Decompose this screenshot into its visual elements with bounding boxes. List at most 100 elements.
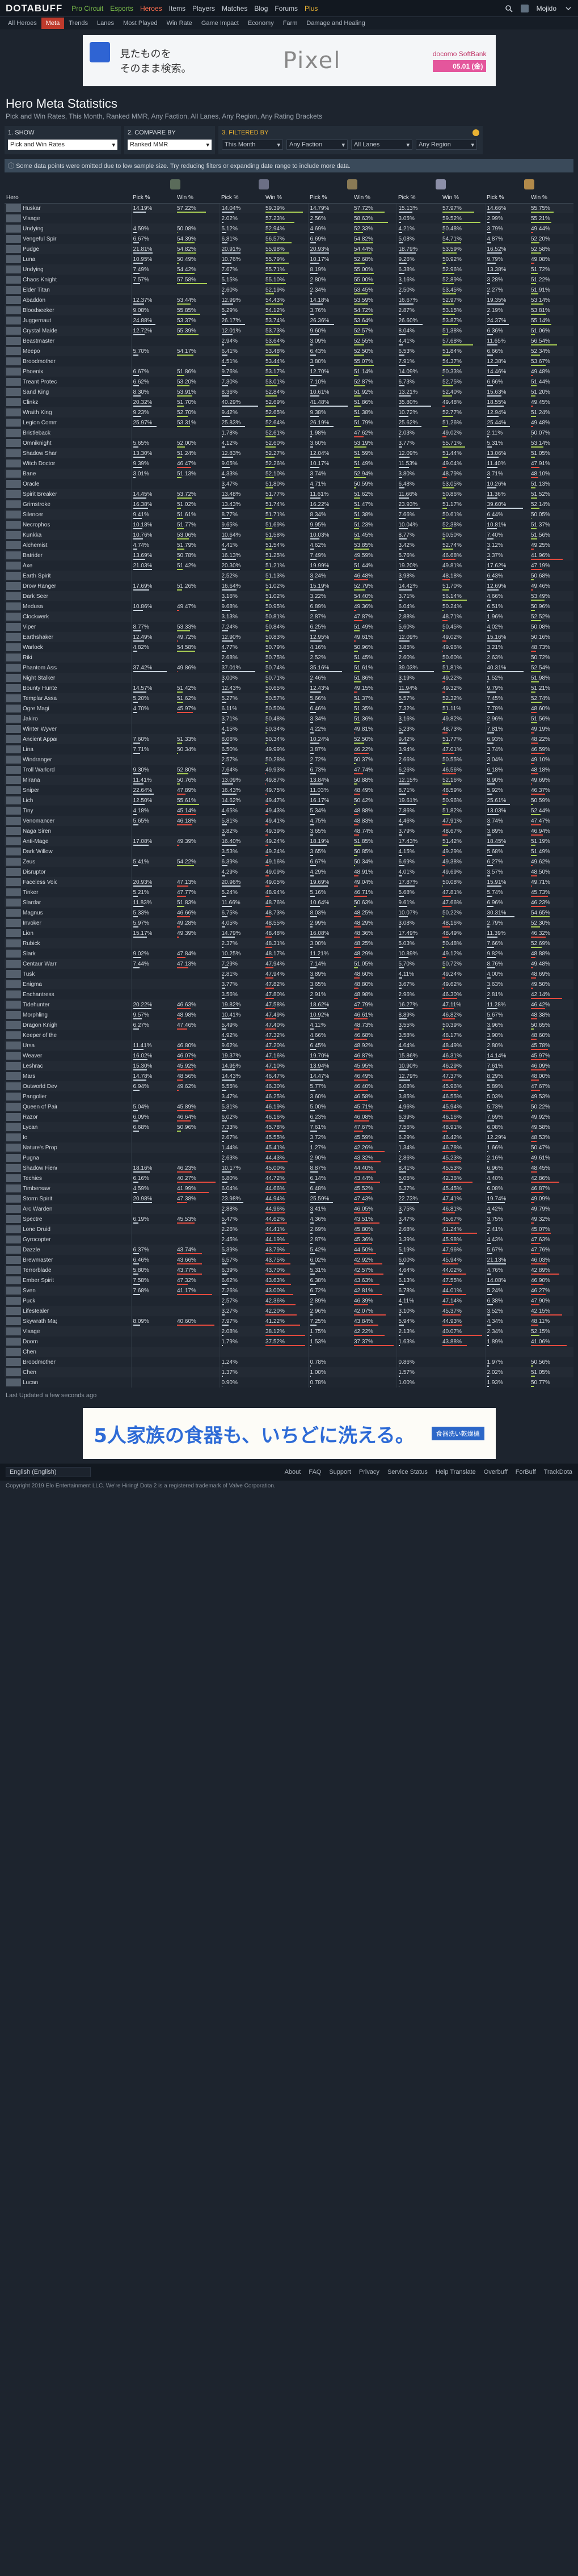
help-icon[interactable]	[472, 129, 479, 136]
table-row[interactable]: Bane 3.01% 51.13% 4.33% 52.10% 3.74% 52.94% 3.8…	[5, 469, 573, 479]
hero-cell[interactable]: Lone Druid	[5, 1224, 131, 1234]
footer-link-privacy[interactable]: Privacy	[359, 1469, 379, 1475]
table-row[interactable]: Naga Siren 3.82% 49.39% 3.65% 48.74% 3.79% 48.…	[5, 826, 573, 836]
hero-cell[interactable]: Rubick	[5, 938, 131, 948]
subnav-win-rate[interactable]: Win Rate	[162, 18, 197, 29]
lanes-select[interactable]: All Lanes ▾	[351, 140, 412, 150]
table-row[interactable]: Morphling 9.57% 48.98% 10.41% 47.49% 10.92% 46…	[5, 1010, 573, 1020]
col-header-win[interactable]: Win %	[264, 193, 308, 204]
hero-cell[interactable]: Puck	[5, 1296, 131, 1306]
col-header-win[interactable]: Win %	[529, 193, 573, 204]
table-row[interactable]: Sniper 22.64% 47.89% 16.43% 49.75% 11.03% 48.4…	[5, 785, 573, 795]
hero-cell[interactable]: Phantom Assassin	[5, 663, 131, 673]
hero-cell[interactable]: Nature's Prophet	[5, 1142, 131, 1153]
table-row[interactable]: Chen	[5, 1347, 573, 1357]
hero-cell[interactable]: Ogre Magi	[5, 703, 131, 714]
table-row[interactable]: Axe 21.03% 51.42% 20.30% 51.21% 19.99% 51.44% 1…	[5, 560, 573, 571]
subnav-most-played[interactable]: Most Played	[119, 18, 162, 29]
hero-cell[interactable]: Lycan	[5, 1122, 131, 1132]
table-row[interactable]: Dark Willow 3.53% 49.24% 3.65% 50.85% 4.15% 49…	[5, 846, 573, 857]
table-row[interactable]: Venomancer 5.65% 46.18% 5.81% 49.41% 4.75% 48.…	[5, 816, 573, 826]
hero-cell[interactable]: Disruptor	[5, 867, 131, 877]
table-row[interactable]: Tinker 5.21% 47.77% 5.24% 48.94% 5.16% 46.71% 5…	[5, 887, 573, 897]
advertisement-banner[interactable]: 見たものを そのまま検索。 Pixel docomo SoftBank 05.0…	[82, 35, 496, 86]
hero-cell[interactable]: Tusk	[5, 969, 131, 979]
table-row[interactable]: Dragon Knight 6.27% 47.46% 5.49% 47.40% 4.11%…	[5, 1020, 573, 1030]
hero-cell[interactable]: Doom	[5, 1337, 131, 1347]
table-row[interactable]: Storm Spirit 20.98% 47.38% 23.98% 44.94% 25.5…	[5, 1194, 573, 1204]
table-row[interactable]: Shadow Shaman13.30%51.24%12.83%52.27%12.…	[5, 448, 573, 458]
table-row[interactable]: Lone Druid 2.26% 44.41% 2.69% 45.80% 2.68% 41.…	[5, 1224, 573, 1234]
table-row[interactable]: Warlock 4.82% 54.58% 4.77% 50.79% 4.16% 50.96%…	[5, 642, 573, 652]
col-header-win[interactable]: Win %	[352, 193, 396, 204]
hero-cell[interactable]: Visage	[5, 1326, 131, 1337]
hero-cell[interactable]: Ember Spirit	[5, 1275, 131, 1285]
hero-cell[interactable]: Chaos Knight	[5, 275, 131, 285]
table-row[interactable]: Skywrath Mage8.09%40.60%7.97%41.22%7.25%…	[5, 1316, 573, 1326]
hero-cell[interactable]: Visage	[5, 213, 131, 224]
bracket-legend-icon[interactable]	[485, 176, 573, 193]
hero-cell[interactable]: Enchantress	[5, 989, 131, 1000]
table-row[interactable]: Enchantress 3.56% 47.80% 2.91% 48.98% 2.96% 46…	[5, 989, 573, 1000]
nav-esports[interactable]: Esports	[110, 5, 133, 12]
footer-link-overbuff[interactable]: Overbuff	[484, 1469, 508, 1475]
hero-cell[interactable]: Legion Commander	[5, 418, 131, 428]
table-row[interactable]: Viper 8.77% 53.33% 7.24% 50.84% 6.25% 51.49% 5.…	[5, 622, 573, 632]
hero-cell[interactable]: Enigma	[5, 979, 131, 989]
table-row[interactable]: Lifestealer 3.27% 42.20% 2.96% 42.07% 3.10% 45…	[5, 1306, 573, 1316]
hero-cell[interactable]: Centaur Warrunner	[5, 959, 131, 969]
hero-cell[interactable]: Shadow Fiend	[5, 1163, 131, 1173]
table-row[interactable]: Lion 15.17% 49.39% 14.79% 48.48% 16.08% 48.36%…	[5, 928, 573, 938]
table-row[interactable]: Ursa 11.41% 46.80% 9.62% 47.20% 6.45% 48.92% 4.…	[5, 1040, 573, 1051]
hero-cell[interactable]: Outworld Devourer	[5, 1081, 131, 1091]
hero-cell[interactable]: Phoenix	[5, 366, 131, 377]
table-row[interactable]: Broodmother 1.24% 0.78% 0.86% 1.97% 50.56%	[5, 1357, 573, 1367]
hero-cell[interactable]: Slardar	[5, 897, 131, 908]
col-header-pick[interactable]: Pick %	[485, 193, 529, 204]
hero-cell[interactable]: Necrophos	[5, 520, 131, 530]
hero-cell[interactable]: Abaddon	[5, 295, 131, 305]
site-logo[interactable]: DOTABUFF	[6, 3, 62, 14]
hero-cell[interactable]: Dark Willow	[5, 846, 131, 857]
table-row[interactable]: Pudge 21.81% 54.82% 20.91% 55.98% 20.93% 54.44…	[5, 244, 573, 254]
table-row[interactable]: Jakiro 3.71% 50.48% 3.34% 51.36% 3.16% 49.82% 2…	[5, 714, 573, 724]
table-row[interactable]: Leshrac 15.30% 45.92% 14.95% 47.10% 13.94% 45.…	[5, 1061, 573, 1071]
hero-cell[interactable]: Brewmaster	[5, 1255, 131, 1265]
hero-cell[interactable]: Shadow Shaman	[5, 448, 131, 458]
table-row[interactable]: Spectre 6.19% 45.53% 5.47% 44.62% 4.36% 43.51%…	[5, 1214, 573, 1224]
hero-cell[interactable]: Kunkka	[5, 530, 131, 540]
nav-plus[interactable]: Plus	[305, 5, 318, 12]
hero-cell[interactable]: Morphling	[5, 1010, 131, 1020]
table-row[interactable]: Undying 4.59% 50.08% 5.12% 52.94% 4.69% 52.33%…	[5, 224, 573, 234]
table-row[interactable]: Broodmother 4.51% 53.44% 3.80% 55.07% 7.91% 54…	[5, 356, 573, 366]
hero-cell[interactable]: Winter Wyvern	[5, 724, 131, 734]
subnav-lanes[interactable]: Lanes	[92, 18, 119, 29]
subnav-all-heroes[interactable]: All Heroes	[3, 18, 41, 29]
table-row[interactable]: Tiny 4.18% 45.14% 4.65% 49.43% 5.34% 48.88% 7.8…	[5, 806, 573, 816]
table-row[interactable]: Crystal Maiden12.72%55.39%12.01%53.73%9.…	[5, 326, 573, 336]
hero-cell[interactable]: Earth Spirit	[5, 571, 131, 581]
hero-cell[interactable]: Night Stalker	[5, 673, 131, 683]
bracket-herald-icon[interactable]	[131, 176, 220, 193]
hero-cell[interactable]: Ancient Apparition	[5, 734, 131, 744]
table-row[interactable]: Sven 7.68% 41.17% 7.26% 43.00% 6.72% 42.81% 6.7…	[5, 1285, 573, 1296]
hero-cell[interactable]: Weaver	[5, 1051, 131, 1061]
hero-cell[interactable]: Wraith King	[5, 407, 131, 418]
col-header-win[interactable]: Win %	[175, 193, 220, 204]
hero-cell[interactable]: Tinker	[5, 887, 131, 897]
hero-cell[interactable]: Dark Seer	[5, 591, 131, 601]
ad-bottom-cta[interactable]: 食器洗い乾燥機	[431, 1427, 484, 1440]
hero-cell[interactable]: Sand King	[5, 387, 131, 397]
subnav-farm[interactable]: Farm	[279, 18, 302, 29]
table-row[interactable]: Dazzle 6.37% 43.74% 5.39% 43.79% 5.42% 44.50% 5…	[5, 1245, 573, 1255]
table-row[interactable]: Troll Warlord 9.30% 52.80% 7.64% 49.93% 6.73%…	[5, 765, 573, 775]
hero-cell[interactable]: Ursa	[5, 1040, 131, 1051]
table-row[interactable]: Meepo 5.70% 54.17% 6.41% 53.48% 6.43% 52.50% 6.…	[5, 346, 573, 356]
table-row[interactable]: Gyrocopter 2.45% 44.19% 2.87% 45.36% 3.39% 45.…	[5, 1234, 573, 1245]
hero-cell[interactable]: Invoker	[5, 918, 131, 928]
nav-items[interactable]: Items	[169, 5, 185, 12]
region-select[interactable]: Any Region ▾	[416, 140, 477, 150]
hero-cell[interactable]: Terrorblade	[5, 1265, 131, 1275]
subnav-meta[interactable]: Meta	[41, 18, 65, 29]
hero-cell[interactable]: Viper	[5, 622, 131, 632]
